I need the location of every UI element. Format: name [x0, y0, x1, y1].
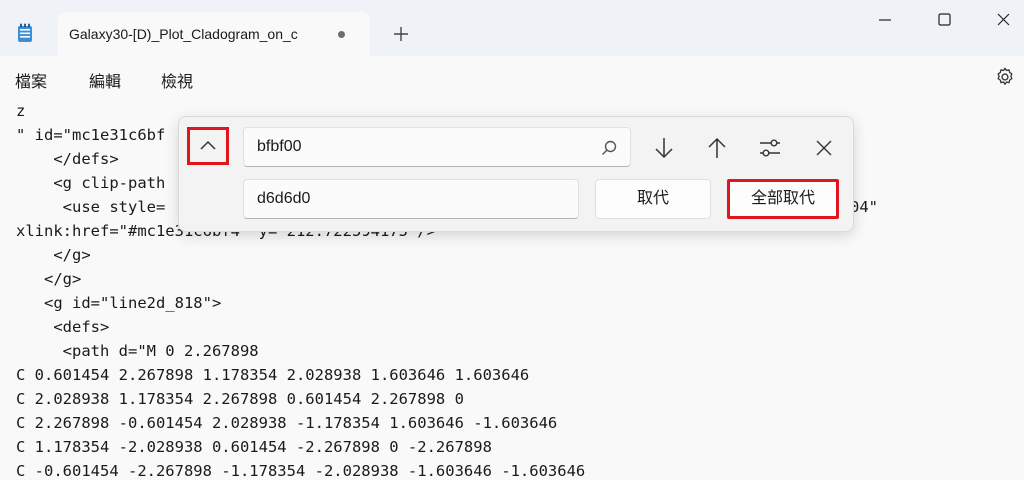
- toggle-replace-button[interactable]: [187, 127, 229, 165]
- replace-input[interactable]: d6d6d0: [243, 179, 579, 219]
- code-line: C 1.178354 -2.028938 0.601454 -2.267898 …: [16, 438, 492, 456]
- code-line: C -0.601454 -2.267898 -1.178354 -2.02893…: [16, 462, 586, 480]
- plus-icon[interactable]: [388, 21, 414, 47]
- maximize-icon[interactable]: [921, 4, 967, 36]
- menu-file[interactable]: 檔案: [15, 68, 47, 92]
- code-line: C 2.267898 -0.601454 2.028938 -1.178354 …: [16, 414, 558, 432]
- code-line: </defs>: [16, 150, 119, 168]
- code-line: C 2.028938 1.178354 2.267898 0.601454 2.…: [16, 390, 464, 408]
- code-line: </g>: [16, 270, 82, 288]
- code-line: C 0.601454 2.267898 1.178354 2.028938 1.…: [16, 366, 530, 384]
- chevron-up-icon: [200, 140, 216, 150]
- replace-all-button[interactable]: 全部取代: [727, 179, 839, 219]
- find-input[interactable]: bfbf00: [243, 127, 631, 167]
- menu-view[interactable]: 檢視: [161, 68, 193, 92]
- code-line: </g>: [16, 246, 91, 264]
- arrow-down-icon[interactable]: [647, 131, 681, 165]
- code-line: <g id="line2d_818">: [16, 294, 222, 312]
- document-tab[interactable]: Galaxy30-[D)_Plot_Cladogram_on_c: [58, 12, 370, 56]
- notepad-icon: [18, 23, 32, 42]
- search-icon[interactable]: [600, 139, 618, 157]
- code-line: z: [16, 102, 26, 120]
- options-sliders-icon[interactable]: [753, 131, 787, 165]
- code-line: <g clip-path: [16, 174, 166, 192]
- code-line: <defs>: [16, 318, 110, 336]
- find-input-value: bfbf00: [257, 138, 302, 155]
- unsaved-dot-icon[interactable]: [338, 31, 345, 38]
- arrow-up-icon[interactable]: [700, 131, 734, 165]
- gear-icon[interactable]: [994, 66, 1016, 88]
- code-line: <path d="M 0 2.267898: [16, 342, 259, 360]
- close-window-icon[interactable]: [980, 4, 1024, 36]
- code-line: " id="mc1e31c6bf: [16, 126, 166, 144]
- replace-input-value: d6d6d0: [257, 190, 311, 207]
- replace-button[interactable]: 取代: [595, 179, 711, 219]
- code-line: <use style=: [16, 198, 166, 216]
- close-icon[interactable]: [807, 131, 841, 165]
- menu-bar: 檔案 編輯 檢視: [0, 56, 1024, 100]
- tab-title: Galaxy30-[D)_Plot_Cladogram_on_c: [69, 26, 298, 42]
- code-line-overflow: 04": [850, 198, 878, 216]
- menu-edit[interactable]: 編輯: [89, 68, 121, 92]
- title-bar: Galaxy30-[D)_Plot_Cladogram_on_c: [0, 0, 1024, 56]
- minimize-icon[interactable]: [862, 4, 908, 36]
- find-replace-panel: bfbf00 d6d6d0 取代 全部取代: [178, 116, 854, 232]
